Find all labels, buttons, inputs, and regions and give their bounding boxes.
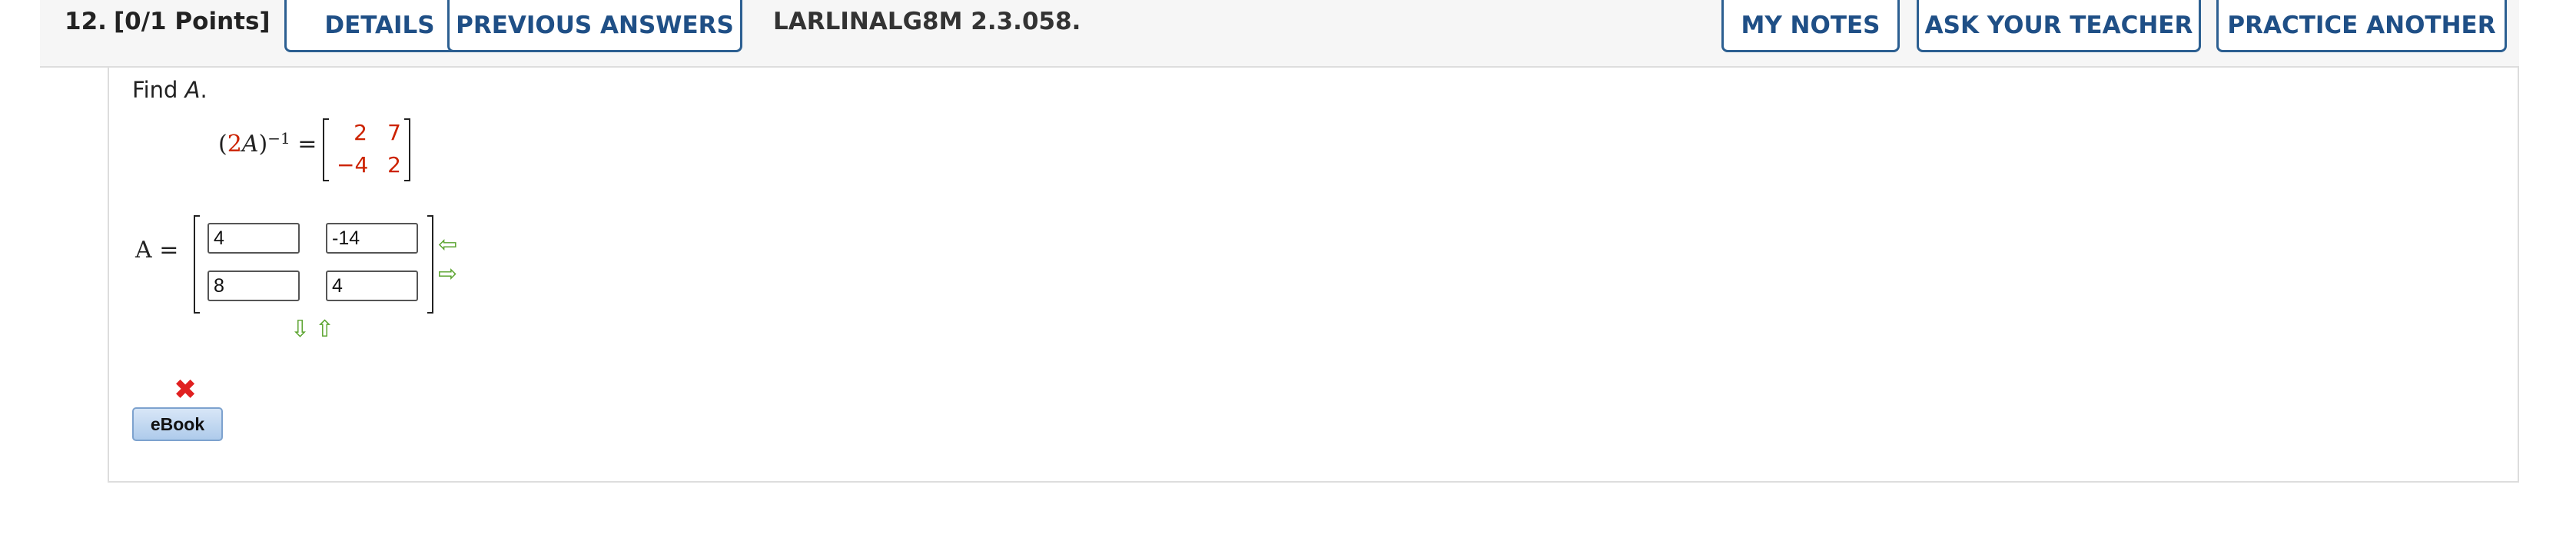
given-cell-1-1: 2 — [354, 120, 367, 145]
previous-answers-button[interactable]: PREVIOUS ANSWERS — [447, 0, 742, 52]
question-number: 12. — [65, 8, 107, 35]
question-body — [108, 68, 2519, 483]
given-matrix: 2 7 −4 2 — [323, 118, 410, 181]
add-row-arrow-icon[interactable]: ⇩ — [290, 318, 310, 341]
question-points: [0/1 Points] — [114, 8, 271, 35]
left-bracket — [194, 215, 200, 314]
answer-input-1-2[interactable] — [326, 223, 418, 254]
question-code: LARLINALG8M 2.3.058. — [773, 8, 1081, 35]
ebook-button[interactable]: eBook — [132, 407, 223, 441]
given-coefficient: 2 — [227, 131, 242, 158]
remove-row-arrow-icon[interactable]: ⇧ — [315, 318, 334, 341]
add-column-arrow-icon[interactable]: ⇨ — [438, 263, 457, 286]
remove-column-arrow-icon[interactable]: ⇦ — [438, 234, 457, 257]
answer-label: A = — [135, 237, 179, 264]
ask-your-teacher-button[interactable]: ASK YOUR TEACHER — [1917, 0, 2201, 52]
question-header: 12. [0/1 Points] DETAILS PREVIOUS ANSWER… — [40, 0, 2519, 68]
right-bracket — [427, 215, 433, 314]
answer-input-1-1[interactable] — [207, 223, 300, 254]
practice-another-button[interactable]: PRACTICE ANOTHER — [2216, 0, 2507, 52]
given-exponent: −1 — [267, 129, 290, 148]
incorrect-icon: ✖ — [174, 374, 198, 406]
answer-input-2-2[interactable] — [326, 270, 418, 301]
given-cell-2-2: 2 — [387, 152, 401, 178]
answer-input-2-1[interactable] — [207, 270, 300, 301]
answer-matrix — [194, 215, 433, 314]
given-equation: (2A)−1 = — [218, 129, 317, 158]
left-bracket — [323, 118, 329, 181]
close-paren: ) — [258, 131, 268, 158]
my-notes-button[interactable]: MY NOTES — [1721, 0, 1900, 52]
question-prompt: Find A. — [132, 77, 207, 103]
given-equals: = — [290, 131, 317, 158]
prompt-period: . — [200, 77, 207, 103]
given-variable: A — [241, 131, 259, 158]
given-cell-1-2: 7 — [387, 120, 401, 145]
open-paren: ( — [218, 131, 227, 158]
prompt-variable: A — [184, 77, 201, 103]
details-button[interactable]: DETAILS — [284, 0, 475, 52]
right-bracket — [404, 118, 410, 181]
prompt-text: Find — [132, 77, 178, 103]
given-cell-2-1: −4 — [337, 152, 369, 178]
